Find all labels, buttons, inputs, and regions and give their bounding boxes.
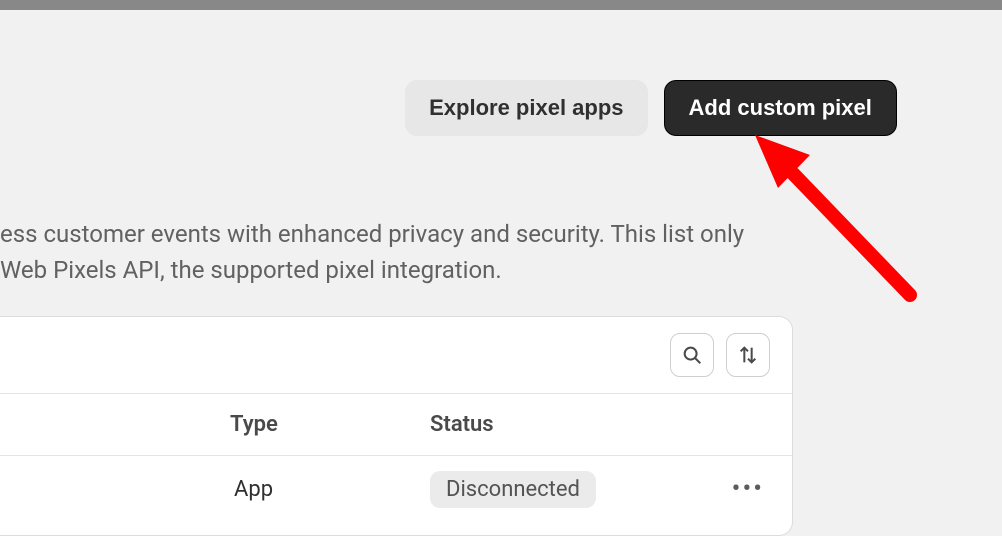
table-row: App Disconnected •••	[0, 456, 792, 504]
description-line2: Web Pixels API, the supported pixel inte…	[0, 252, 1002, 288]
panel-toolbar	[0, 317, 792, 393]
pixels-panel: Type Status App Disconnected •••	[0, 316, 793, 536]
description-line1: ess customer events with enhanced privac…	[0, 216, 1002, 252]
col-header-status: Status	[430, 412, 494, 437]
header-actions: Explore pixel apps Add custom pixel	[300, 80, 1002, 136]
table-header: Type Status	[0, 393, 792, 456]
add-custom-pixel-button[interactable]: Add custom pixel	[664, 80, 897, 136]
sort-button[interactable]	[726, 333, 770, 377]
explore-pixel-apps-button[interactable]: Explore pixel apps	[405, 80, 647, 136]
col-header-type: Type	[230, 412, 430, 437]
cell-type: App	[234, 477, 430, 502]
description-text: ess customer events with enhanced privac…	[0, 216, 1002, 288]
search-button[interactable]	[670, 333, 714, 377]
status-badge: Disconnected	[430, 471, 596, 508]
sort-icon	[737, 344, 759, 366]
window-top-bar	[0, 0, 1002, 10]
search-icon	[681, 344, 703, 366]
cell-status: Disconnected	[430, 477, 596, 502]
row-actions-button[interactable]: •••	[732, 474, 764, 504]
